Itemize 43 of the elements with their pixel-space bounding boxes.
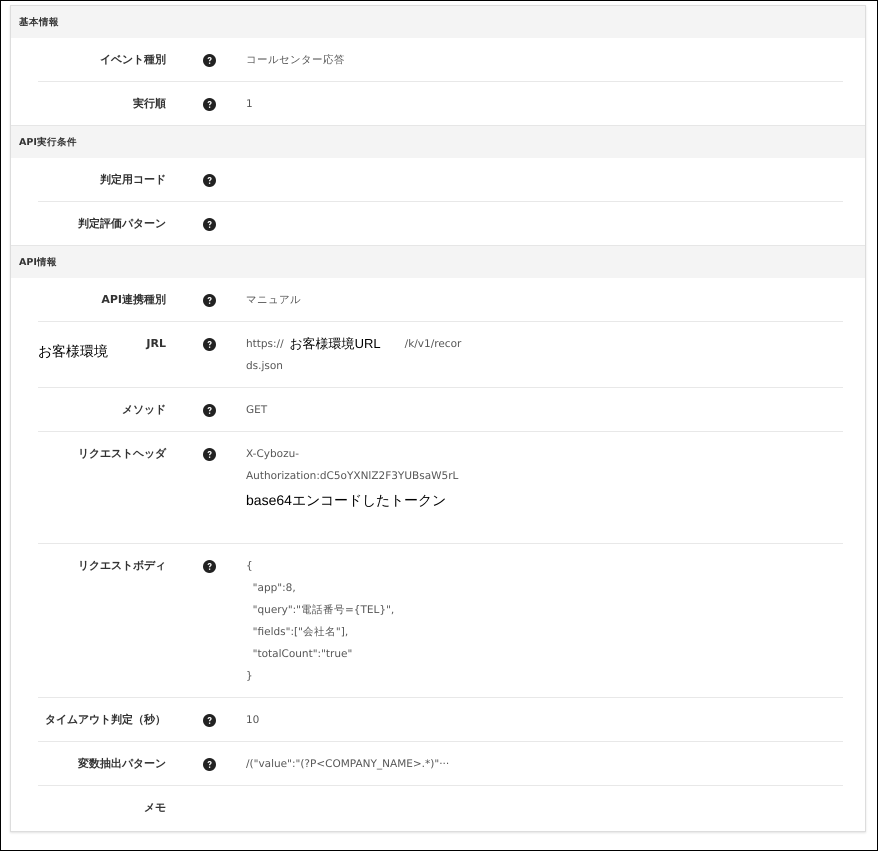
- field-value: GET: [246, 404, 268, 416]
- field-label: メモ: [144, 800, 166, 816]
- field-value: ds.json: [246, 360, 283, 372]
- field-label: 判定評価パターン: [78, 216, 166, 232]
- field-value: /("value":"(?P<COMPANY_NAME>.*)"···: [246, 758, 450, 770]
- field-value: "fields":["会社名"],: [252, 625, 348, 639]
- help-icon[interactable]: [202, 448, 216, 460]
- help-icon[interactable]: [202, 560, 216, 572]
- section-header: API実行条件: [11, 125, 865, 158]
- help-icon[interactable]: [202, 758, 216, 770]
- help-icon[interactable]: [202, 294, 216, 306]
- field-value: コールセンター応答: [246, 53, 345, 67]
- field-value: "totalCount":"true": [252, 648, 352, 660]
- field-value: "app":8,: [252, 582, 296, 594]
- field-value: https://: [246, 338, 284, 350]
- field-label: リクエストボディ: [78, 558, 166, 574]
- field-label: メソッド: [122, 402, 166, 418]
- field-value: Authorization:dC5oYXNlZ2F3YUBsaW5rL: [246, 470, 458, 482]
- field-label: リクエストヘッダ: [78, 446, 166, 462]
- field-value: X-Cybozu-: [246, 448, 300, 460]
- field-label: イベント種別: [100, 52, 166, 68]
- field-label: 変数抽出パターン: [78, 756, 166, 772]
- field-value: 10: [246, 714, 260, 726]
- field-value: "query":"電話番号={TEL}",: [252, 603, 394, 617]
- field-value: /k/v1/recor: [404, 338, 462, 350]
- field-label: タイムアウト判定（秒）: [45, 712, 166, 728]
- section-header: API情報: [11, 245, 865, 278]
- field-value: 1: [246, 98, 253, 110]
- field-label: JRL: [146, 336, 166, 352]
- help-icon[interactable]: [202, 404, 216, 416]
- help-icon[interactable]: [202, 98, 216, 110]
- field-label: 実行順: [133, 96, 166, 112]
- help-icon[interactable]: [202, 174, 216, 186]
- field-value: {: [246, 560, 253, 572]
- field-value: }: [246, 670, 253, 682]
- help-icon[interactable]: [202, 218, 216, 230]
- field-label: 判定用コード: [100, 172, 166, 188]
- field-label: API連携種別: [101, 292, 166, 308]
- field-value: マニュアル: [246, 293, 301, 307]
- help-icon[interactable]: [202, 338, 216, 350]
- help-icon[interactable]: [202, 714, 216, 726]
- section-header: 基本情報: [11, 6, 865, 38]
- help-icon[interactable]: [202, 54, 216, 66]
